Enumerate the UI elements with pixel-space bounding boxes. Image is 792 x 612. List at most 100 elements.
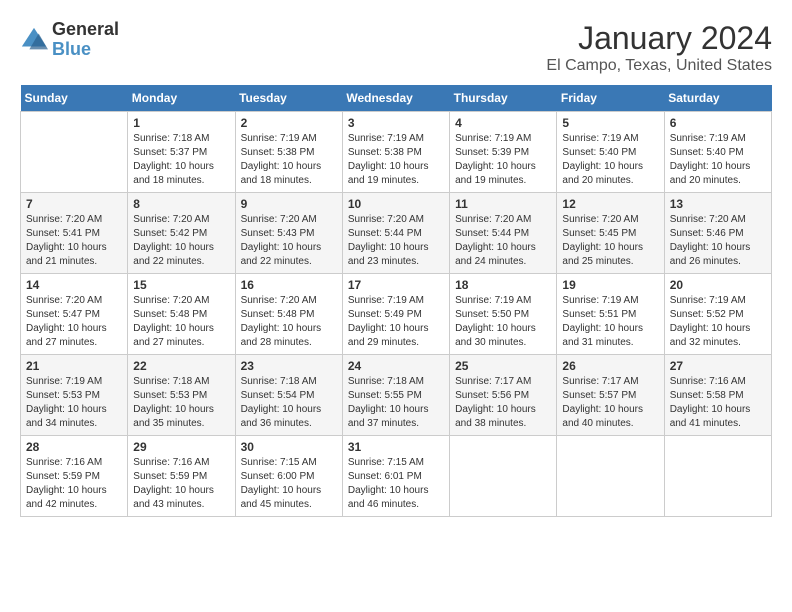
day-number: 20 — [670, 278, 766, 292]
calendar-cell: 28 Sunrise: 7:16 AMSunset: 5:59 PMDaylig… — [21, 436, 128, 517]
day-number: 27 — [670, 359, 766, 373]
calendar-cell: 24 Sunrise: 7:18 AMSunset: 5:55 PMDaylig… — [342, 355, 449, 436]
calendar-cell: 29 Sunrise: 7:16 AMSunset: 5:59 PMDaylig… — [128, 436, 235, 517]
calendar-week-2: 7 Sunrise: 7:20 AMSunset: 5:41 PMDayligh… — [21, 193, 772, 274]
calendar-cell: 27 Sunrise: 7:16 AMSunset: 5:58 PMDaylig… — [664, 355, 771, 436]
calendar-cell: 9 Sunrise: 7:20 AMSunset: 5:43 PMDayligh… — [235, 193, 342, 274]
day-detail: Sunrise: 7:20 AMSunset: 5:48 PMDaylight:… — [133, 295, 214, 348]
calendar-cell: 10 Sunrise: 7:20 AMSunset: 5:44 PMDaylig… — [342, 193, 449, 274]
day-number: 3 — [348, 116, 444, 130]
day-detail: Sunrise: 7:19 AMSunset: 5:39 PMDaylight:… — [455, 133, 536, 186]
day-detail: Sunrise: 7:17 AMSunset: 5:57 PMDaylight:… — [562, 376, 643, 429]
day-number: 12 — [562, 197, 658, 211]
day-detail: Sunrise: 7:19 AMSunset: 5:52 PMDaylight:… — [670, 295, 751, 348]
day-detail: Sunrise: 7:19 AMSunset: 5:40 PMDaylight:… — [670, 133, 751, 186]
logo-text: GeneralBlue — [52, 20, 119, 60]
day-detail: Sunrise: 7:19 AMSunset: 5:38 PMDaylight:… — [348, 133, 429, 186]
calendar-cell: 30 Sunrise: 7:15 AMSunset: 6:00 PMDaylig… — [235, 436, 342, 517]
day-detail: Sunrise: 7:20 AMSunset: 5:44 PMDaylight:… — [455, 214, 536, 267]
day-number: 19 — [562, 278, 658, 292]
calendar-cell: 13 Sunrise: 7:20 AMSunset: 5:46 PMDaylig… — [664, 193, 771, 274]
calendar-cell — [664, 436, 771, 517]
day-detail: Sunrise: 7:19 AMSunset: 5:49 PMDaylight:… — [348, 295, 429, 348]
calendar-cell: 14 Sunrise: 7:20 AMSunset: 5:47 PMDaylig… — [21, 274, 128, 355]
day-detail: Sunrise: 7:19 AMSunset: 5:50 PMDaylight:… — [455, 295, 536, 348]
col-header-friday: Friday — [557, 85, 664, 112]
day-detail: Sunrise: 7:18 AMSunset: 5:37 PMDaylight:… — [133, 133, 214, 186]
calendar-cell: 2 Sunrise: 7:19 AMSunset: 5:38 PMDayligh… — [235, 112, 342, 193]
calendar-cell: 7 Sunrise: 7:20 AMSunset: 5:41 PMDayligh… — [21, 193, 128, 274]
calendar-cell: 16 Sunrise: 7:20 AMSunset: 5:48 PMDaylig… — [235, 274, 342, 355]
day-number: 25 — [455, 359, 551, 373]
calendar-week-3: 14 Sunrise: 7:20 AMSunset: 5:47 PMDaylig… — [21, 274, 772, 355]
calendar-cell — [557, 436, 664, 517]
day-number: 10 — [348, 197, 444, 211]
calendar-cell: 26 Sunrise: 7:17 AMSunset: 5:57 PMDaylig… — [557, 355, 664, 436]
col-header-monday: Monday — [128, 85, 235, 112]
calendar-table: SundayMondayTuesdayWednesdayThursdayFrid… — [20, 85, 772, 517]
calendar-week-5: 28 Sunrise: 7:16 AMSunset: 5:59 PMDaylig… — [21, 436, 772, 517]
calendar-cell: 5 Sunrise: 7:19 AMSunset: 5:40 PMDayligh… — [557, 112, 664, 193]
day-number: 28 — [26, 440, 122, 454]
calendar-cell: 8 Sunrise: 7:20 AMSunset: 5:42 PMDayligh… — [128, 193, 235, 274]
day-number: 24 — [348, 359, 444, 373]
day-detail: Sunrise: 7:17 AMSunset: 5:56 PMDaylight:… — [455, 376, 536, 429]
day-number: 18 — [455, 278, 551, 292]
day-detail: Sunrise: 7:16 AMSunset: 5:59 PMDaylight:… — [26, 457, 107, 510]
calendar-cell: 4 Sunrise: 7:19 AMSunset: 5:39 PMDayligh… — [450, 112, 557, 193]
calendar-cell: 22 Sunrise: 7:18 AMSunset: 5:53 PMDaylig… — [128, 355, 235, 436]
calendar-cell: 17 Sunrise: 7:19 AMSunset: 5:49 PMDaylig… — [342, 274, 449, 355]
day-number: 8 — [133, 197, 229, 211]
logo-icon — [20, 26, 48, 54]
main-title: January 2024 — [546, 20, 772, 57]
calendar-cell: 12 Sunrise: 7:20 AMSunset: 5:45 PMDaylig… — [557, 193, 664, 274]
day-detail: Sunrise: 7:18 AMSunset: 5:54 PMDaylight:… — [241, 376, 322, 429]
calendar-cell: 18 Sunrise: 7:19 AMSunset: 5:50 PMDaylig… — [450, 274, 557, 355]
col-header-wednesday: Wednesday — [342, 85, 449, 112]
day-detail: Sunrise: 7:15 AMSunset: 6:00 PMDaylight:… — [241, 457, 322, 510]
day-detail: Sunrise: 7:20 AMSunset: 5:47 PMDaylight:… — [26, 295, 107, 348]
day-number: 9 — [241, 197, 337, 211]
day-detail: Sunrise: 7:20 AMSunset: 5:48 PMDaylight:… — [241, 295, 322, 348]
day-number: 30 — [241, 440, 337, 454]
logo: GeneralBlue — [20, 20, 119, 60]
col-header-thursday: Thursday — [450, 85, 557, 112]
calendar-cell: 19 Sunrise: 7:19 AMSunset: 5:51 PMDaylig… — [557, 274, 664, 355]
calendar-header: SundayMondayTuesdayWednesdayThursdayFrid… — [21, 85, 772, 112]
calendar-cell: 31 Sunrise: 7:15 AMSunset: 6:01 PMDaylig… — [342, 436, 449, 517]
day-detail: Sunrise: 7:20 AMSunset: 5:45 PMDaylight:… — [562, 214, 643, 267]
day-detail: Sunrise: 7:16 AMSunset: 5:59 PMDaylight:… — [133, 457, 214, 510]
day-number: 2 — [241, 116, 337, 130]
day-number: 1 — [133, 116, 229, 130]
day-detail: Sunrise: 7:19 AMSunset: 5:53 PMDaylight:… — [26, 376, 107, 429]
day-number: 7 — [26, 197, 122, 211]
day-number: 26 — [562, 359, 658, 373]
calendar-week-4: 21 Sunrise: 7:19 AMSunset: 5:53 PMDaylig… — [21, 355, 772, 436]
calendar-cell: 25 Sunrise: 7:17 AMSunset: 5:56 PMDaylig… — [450, 355, 557, 436]
day-detail: Sunrise: 7:20 AMSunset: 5:41 PMDaylight:… — [26, 214, 107, 267]
col-header-sunday: Sunday — [21, 85, 128, 112]
title-area: January 2024 El Campo, Texas, United Sta… — [546, 20, 772, 75]
col-header-tuesday: Tuesday — [235, 85, 342, 112]
day-detail: Sunrise: 7:20 AMSunset: 5:43 PMDaylight:… — [241, 214, 322, 267]
day-detail: Sunrise: 7:20 AMSunset: 5:44 PMDaylight:… — [348, 214, 429, 267]
day-number: 14 — [26, 278, 122, 292]
calendar-cell — [450, 436, 557, 517]
day-number: 23 — [241, 359, 337, 373]
day-number: 11 — [455, 197, 551, 211]
calendar-cell: 1 Sunrise: 7:18 AMSunset: 5:37 PMDayligh… — [128, 112, 235, 193]
day-detail: Sunrise: 7:18 AMSunset: 5:55 PMDaylight:… — [348, 376, 429, 429]
calendar-cell: 3 Sunrise: 7:19 AMSunset: 5:38 PMDayligh… — [342, 112, 449, 193]
calendar-cell: 11 Sunrise: 7:20 AMSunset: 5:44 PMDaylig… — [450, 193, 557, 274]
day-detail: Sunrise: 7:18 AMSunset: 5:53 PMDaylight:… — [133, 376, 214, 429]
day-number: 31 — [348, 440, 444, 454]
day-detail: Sunrise: 7:20 AMSunset: 5:46 PMDaylight:… — [670, 214, 751, 267]
day-number: 6 — [670, 116, 766, 130]
day-detail: Sunrise: 7:20 AMSunset: 5:42 PMDaylight:… — [133, 214, 214, 267]
day-detail: Sunrise: 7:15 AMSunset: 6:01 PMDaylight:… — [348, 457, 429, 510]
day-detail: Sunrise: 7:19 AMSunset: 5:40 PMDaylight:… — [562, 133, 643, 186]
calendar-cell: 6 Sunrise: 7:19 AMSunset: 5:40 PMDayligh… — [664, 112, 771, 193]
day-detail: Sunrise: 7:19 AMSunset: 5:38 PMDaylight:… — [241, 133, 322, 186]
col-header-saturday: Saturday — [664, 85, 771, 112]
day-number: 5 — [562, 116, 658, 130]
